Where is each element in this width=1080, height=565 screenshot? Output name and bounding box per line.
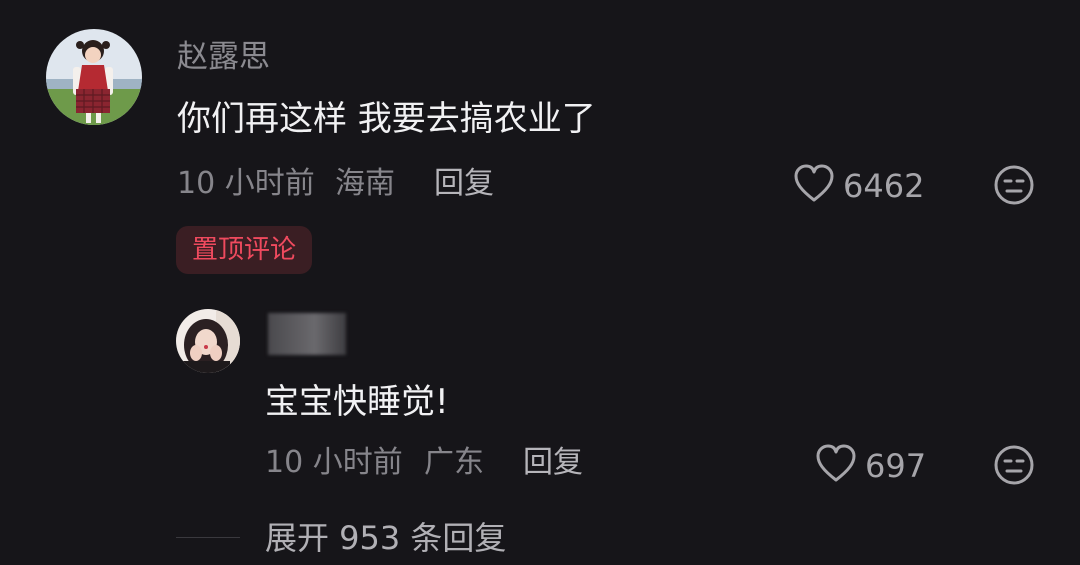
- reply-reply-button[interactable]: 回复: [523, 444, 583, 482]
- comment-text: 你们再这样 我要去搞农业了: [177, 99, 596, 139]
- like-button[interactable]: 6462: [793, 164, 924, 208]
- neutral-face-icon[interactable]: [993, 444, 1035, 490]
- reply-like-button[interactable]: 697: [815, 444, 926, 488]
- pinned-comment-badge: 置顶评论: [176, 226, 313, 274]
- reply-like-count: 697: [865, 447, 927, 485]
- neutral-face-icon[interactable]: [993, 164, 1035, 210]
- comment-username[interactable]: 赵露思: [177, 38, 270, 76]
- redacted-username-block: [268, 313, 346, 355]
- reply-text: 宝宝快睡觉!: [265, 382, 449, 422]
- comment-location: 海南: [335, 166, 395, 201]
- reply-button[interactable]: 回复: [434, 165, 494, 203]
- heart-outline-icon: [815, 444, 857, 488]
- reply-time: 10 小时前: [265, 445, 403, 480]
- heart-outline-icon: [793, 164, 835, 208]
- like-count: 6462: [843, 167, 925, 205]
- expand-replies-button[interactable]: 展开 953 条回复: [265, 518, 506, 558]
- comment-time: 10 小时前: [177, 166, 315, 201]
- reply-location: 广东: [424, 445, 484, 480]
- expand-divider: [176, 537, 240, 538]
- reply-username[interactable]: [268, 313, 346, 355]
- avatar[interactable]: [46, 29, 142, 125]
- comment-thread: 赵露思 你们再这样 我要去搞农业了 10 小时前 海南 回复 6462 置顶评论: [0, 0, 1080, 565]
- reply-avatar[interactable]: [176, 309, 240, 373]
